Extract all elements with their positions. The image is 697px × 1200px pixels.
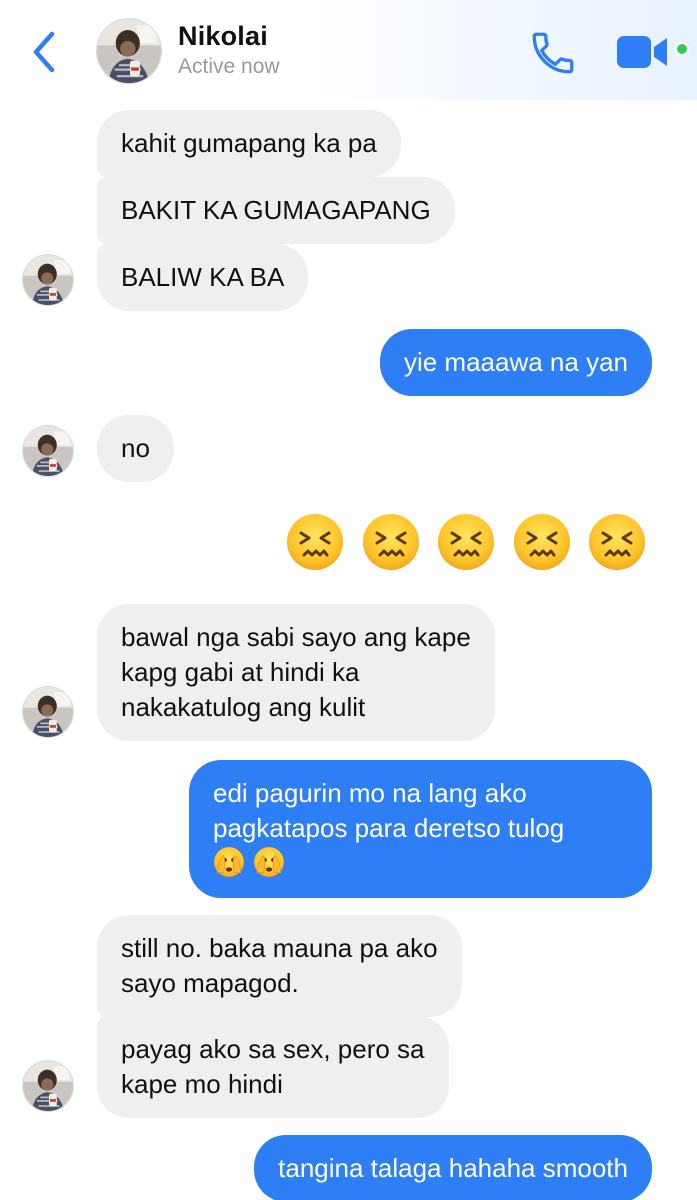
message-bubble-outgoing[interactable]: yie maaawa na yan [379,329,652,396]
video-camera-icon [617,36,667,68]
message-line: pagkatapos para deretso tulog [213,813,565,843]
message-bubble-incoming[interactable]: no [97,415,174,482]
sender-avatar[interactable] [22,254,74,306]
confounded-face-emoji [361,512,421,572]
confounded-face-emoji [512,512,572,572]
contact-name[interactable]: Nikolai [178,21,268,52]
message-line: payag ako sa sex, pero sa [121,1034,425,1064]
message-bubble-incoming[interactable]: BAKIT KA GUMAGAPANG [97,177,455,244]
emoji-message[interactable] [274,512,647,572]
back-button[interactable] [26,28,66,76]
online-indicator [675,42,689,56]
contact-avatar[interactable] [96,18,162,84]
chat-screen: Nikolai Active now kahit gumapang ka pa … [0,0,697,1200]
message-bubble-incoming[interactable]: bawal nga sabi sayo ang kape kapg gabi a… [97,604,495,741]
message-line: kapg gabi at hindi ka [121,657,360,687]
confounded-face-emoji [285,512,345,572]
face-with-hands-over-mouth-emoji [213,846,245,878]
message-bubble-incoming[interactable]: payag ako sa sex, pero sa kape mo hindi [97,1016,449,1118]
call-button[interactable] [528,28,578,78]
phone-icon [532,32,574,74]
message-bubble-incoming[interactable]: BALIW KA BA [97,244,309,311]
message-bubble-outgoing[interactable]: tangina talaga hahaha smooth [254,1135,652,1200]
message-line: nakakatulog ang kulit [121,692,366,722]
message-line: still no. baka mauna pa ako [121,933,438,963]
message-emoji-line [213,846,628,882]
message-line: sayo mapagod. [121,968,299,998]
sender-avatar[interactable] [22,686,74,738]
confounded-face-emoji [436,512,496,572]
message-line: bawal nga sabi sayo ang kape [121,622,471,652]
message-line: edi pagurin mo na lang ako [213,778,527,808]
video-call-button[interactable] [615,32,671,72]
face-with-hands-over-mouth-emoji [253,846,285,878]
message-bubble-outgoing[interactable]: edi pagurin mo na lang ako pagkatapos pa… [189,760,652,898]
message-line: kape mo hindi [121,1069,283,1099]
sender-avatar[interactable] [22,425,74,477]
chevron-left-icon [33,31,55,73]
confounded-face-emoji [587,512,647,572]
message-bubble-incoming[interactable]: kahit gumapang ka pa [97,110,401,177]
message-bubble-incoming[interactable]: still no. baka mauna pa ako sayo mapagod… [97,915,462,1017]
active-status: Active now [178,55,280,78]
chat-header: Nikolai Active now [0,0,697,100]
sender-avatar[interactable] [22,1060,74,1112]
